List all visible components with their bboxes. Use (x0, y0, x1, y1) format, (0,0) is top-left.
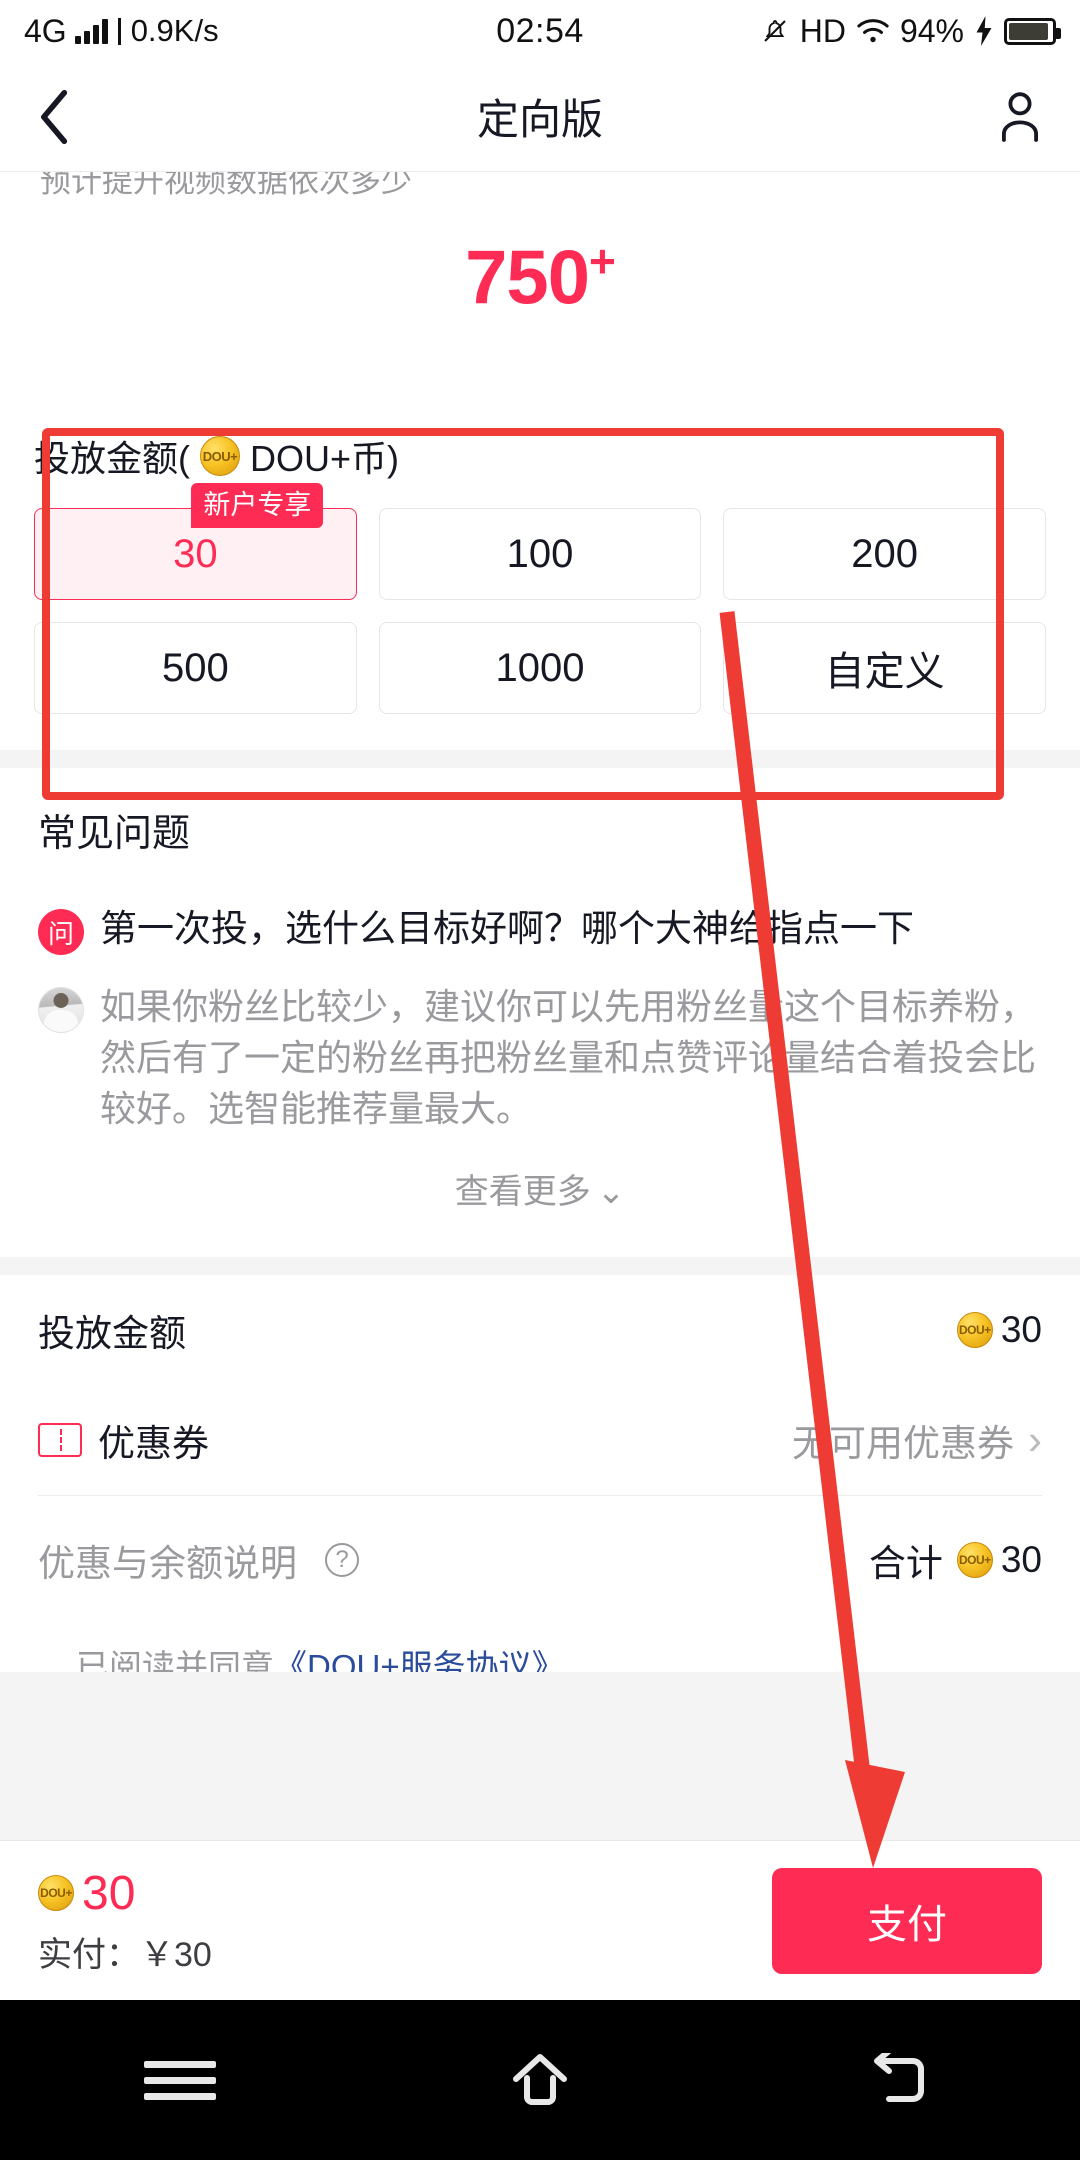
nav-back-button[interactable] (840, 2035, 960, 2125)
back-arrow-icon (874, 2053, 924, 2102)
summary-amount-row: 投放金额 DOU+ 30 (38, 1275, 1042, 1385)
faq-question-text: 第一次投，选什么目标好啊？哪个大神给指点一下 (100, 908, 914, 949)
faq-answer-row: 如果你粉丝比较少，建议你可以先用粉丝量这个目标养粉，然后有了一定的粉丝再把粉丝量… (38, 981, 1042, 1134)
amount-option-label: 1000 (495, 645, 585, 690)
faq-title: 常见问题 (38, 813, 191, 855)
dou-coin-icon: DOU+ (38, 1875, 74, 1911)
question-badge-icon: 问 (38, 909, 84, 955)
amount-option-custom[interactable]: 自定义 (723, 622, 1046, 714)
amount-select-card: 投放金额( DOU+ DOU+币) 新户专享 30 100 200 500 10… (0, 402, 1080, 750)
coupon-ticket-icon (38, 1423, 82, 1458)
estimate-value: 750 (465, 235, 590, 321)
estimate-suffix: + (588, 235, 616, 287)
status-bar-left: 4G 0.9K/s (24, 13, 760, 50)
pay-summary: DOU+ 30 实付：￥30 (38, 1866, 212, 1976)
amount-options-grid: 新户专享 30 100 200 500 1000 自定义 (34, 483, 1046, 714)
person-icon (1001, 91, 1039, 142)
summary-coupon-label: 优惠券 (98, 1423, 209, 1465)
faq-section: 常见问题 问 第一次投，选什么目标好啊？哪个大神给指点一下 如果你粉丝比较少，建… (0, 768, 1080, 1258)
summary-coupon-row[interactable]: 优惠券 无可用优惠券 › (38, 1385, 1042, 1495)
amount-label-suffix: DOU+币) (250, 438, 400, 479)
back-button[interactable] (0, 89, 110, 145)
agreement-text: 已阅读并同意 (76, 1648, 274, 1673)
help-circle-icon: ? (325, 1543, 359, 1578)
summary-coupon-value-wrap: 无可用优惠券 › (792, 1413, 1042, 1467)
summary-note-wrap[interactable]: 优惠与余额说明 ? (38, 1533, 359, 1587)
home-icon (513, 2054, 567, 2105)
pay-button[interactable]: 支付 (772, 1867, 1042, 1974)
status-divider (117, 17, 121, 45)
dou-coin-icon: DOU+ (200, 436, 240, 476)
status-bar: 4G 0.9K/s 02:54 HD 94% (0, 0, 1080, 62)
section-gap-2 (0, 1257, 1080, 1276)
clipped-hint-text: 预计提升视频数据依次多少 (40, 172, 412, 199)
android-nav-bar (0, 2000, 1080, 2160)
avatar (38, 987, 84, 1033)
summary-amount-value-wrap: DOU+ 30 (956, 1309, 1042, 1351)
summary-total-wrap: 合计 DOU+ 30 (869, 1533, 1042, 1587)
page-title: 定向版 (476, 96, 603, 143)
amount-option-200[interactable]: 200 (723, 508, 1046, 600)
amount-option-label: 100 (506, 531, 574, 576)
faq-question-row[interactable]: 问 第一次投，选什么目标好啊？哪个大神给指点一下 (38, 905, 1042, 955)
battery-icon (1004, 17, 1061, 45)
charging-bolt-icon (976, 16, 992, 46)
agreement-row[interactable]: 已阅读并同意《DOU+服务协议》 (38, 1624, 1042, 1673)
amount-option-label: 30 (173, 531, 218, 576)
amount-section-label: 投放金额( DOU+ DOU+币) (34, 430, 1046, 482)
summary-total-word: 合计 (868, 1543, 943, 1585)
amount-option-1000[interactable]: 1000 (378, 622, 702, 714)
pay-coin-amount-wrap: DOU+ 30 (38, 1866, 212, 1921)
summary-coupon-value: 无可用优惠券 (792, 1423, 1014, 1465)
summary-total-value: 30 (1000, 1539, 1042, 1581)
signal-bars-icon (74, 18, 108, 44)
nav-menu-button[interactable] (120, 2035, 240, 2125)
summary-coupon-label-wrap: 优惠券 (38, 1413, 209, 1467)
chevron-right-icon: › (1028, 1416, 1042, 1464)
order-summary: 投放金额 DOU+ 30 优惠券 无可用优惠券 › 优惠与余额说明 ? 合计 D… (0, 1275, 1080, 1673)
profile-button[interactable] (960, 91, 1080, 143)
summary-amount-value: 30 (1000, 1309, 1042, 1351)
pay-coin-amount: 30 (82, 1866, 136, 1920)
dou-coin-icon: DOU+ (956, 1312, 993, 1349)
amount-option-30[interactable]: 新户专享 30 (34, 483, 357, 600)
view-more-button[interactable]: 查看更多 ⌄ (38, 1134, 1042, 1247)
wifi-icon (857, 19, 889, 43)
pay-bar: DOU+ 30 实付：￥30 支付 (0, 1840, 1080, 2000)
hd-icon: HD (799, 12, 846, 49)
summary-note-label: 优惠与余额说明 (38, 1543, 297, 1585)
dou-coin-icon: DOU+ (956, 1542, 993, 1579)
amount-label-prefix: 投放金额( (34, 438, 190, 479)
amount-option-500[interactable]: 500 (34, 622, 357, 714)
mute-bell-icon (764, 20, 786, 42)
amount-option-100[interactable]: 100 (378, 508, 702, 600)
pay-actual-label: 实付：￥30 (38, 1935, 212, 1974)
amount-option-label: 500 (161, 645, 229, 690)
agreement-link[interactable]: 《DOU+服务协议》 (274, 1648, 565, 1672)
summary-amount-label: 投放金额 (38, 1313, 186, 1355)
view-more-label: 查看更多 (454, 1173, 591, 1212)
new-user-badge: 新户专享 (191, 483, 324, 528)
network-type-label: 4G (24, 12, 67, 49)
phone-screen: 4G 0.9K/s 02:54 HD 94% 定向版 预计提升视频数据依次多少 … (0, 0, 1080, 2160)
app-header: 定向版 (0, 62, 1080, 172)
faq-answer-text: 如果你粉丝比较少，建议你可以先用粉丝量这个目标养粉，然后有了一定的粉丝再把粉丝量… (100, 986, 1037, 1130)
nav-home-button[interactable] (480, 2035, 600, 2125)
amount-option-label: 自定义 (824, 650, 945, 694)
estimate-card: 预计提升视频数据依次多少 750+ (0, 172, 1080, 402)
chevron-down-icon: ⌄ (596, 1173, 626, 1212)
network-speed-label: 0.9K/s (130, 13, 219, 48)
hamburger-menu-icon (144, 2052, 216, 2109)
summary-total-row: 优惠与余额说明 ? 合计 DOU+ 30 (38, 1496, 1042, 1624)
battery-percent-label: 94% (899, 12, 964, 49)
section-gap (0, 750, 1080, 768)
chevron-left-icon (41, 89, 68, 144)
amount-option-label: 200 (851, 531, 919, 576)
status-bar-right: HD 94% (760, 12, 1061, 50)
